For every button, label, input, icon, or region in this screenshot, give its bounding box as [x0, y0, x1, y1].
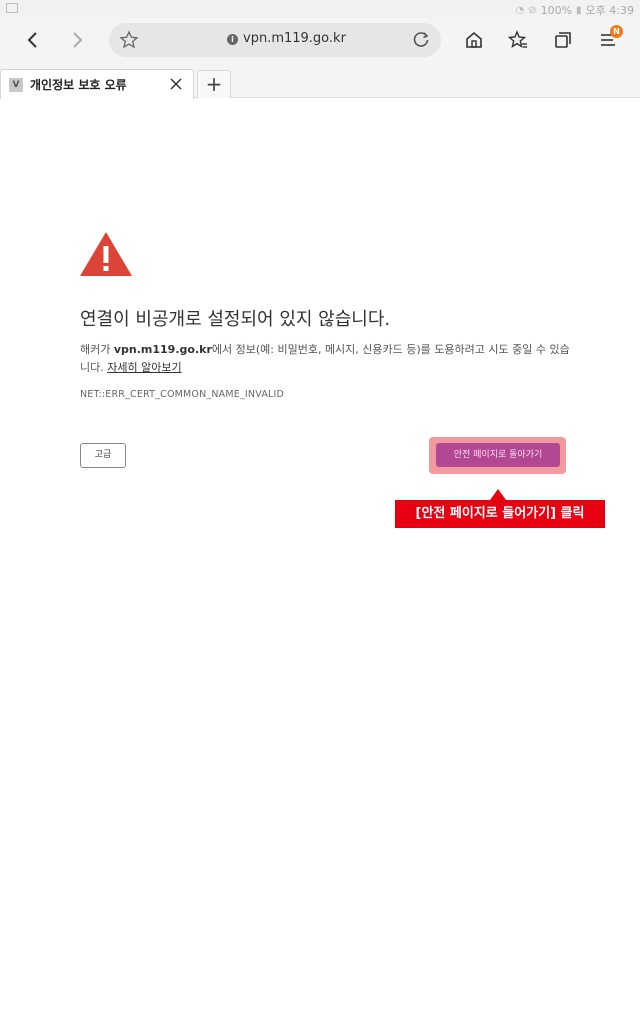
favicon: V: [9, 78, 23, 92]
close-icon[interactable]: [169, 77, 183, 91]
clock: 오후 4:39: [585, 4, 634, 17]
reload-icon[interactable]: [411, 30, 431, 50]
error-description: 해커가 vpn.m119.go.kr에서 정보(예: 비밀번호, 메시지, 신용…: [80, 341, 570, 377]
tabs-icon: [555, 32, 571, 48]
menu-button[interactable]: N: [595, 25, 623, 53]
bookmarks-button[interactable]: [505, 27, 531, 53]
annotation-callout: [안전 페이지로 들어가기] 클릭: [395, 500, 605, 528]
callout-arrow: [490, 489, 506, 500]
wifi-icon: ◔: [515, 4, 525, 16]
advanced-button[interactable]: 고급: [80, 443, 126, 468]
warning-icon: [80, 232, 132, 276]
status-right: ◔ ⊘ 100% ▮ 오후 4:39: [515, 2, 634, 18]
back-icon: [27, 32, 37, 48]
star-icon[interactable]: [119, 30, 139, 50]
status-bar: ◔ ⊘ 100% ▮ 오후 4:39: [0, 0, 640, 18]
battery-icon: ▮: [576, 4, 582, 16]
error-code: NET::ERR_CERT_COMMON_NAME_INVALID: [80, 389, 285, 400]
bookmarks-icon: [508, 30, 527, 49]
tab-strip: V 개인정보 보호 오류 +: [0, 62, 640, 99]
tab-title: 개인정보 보호 오류: [30, 78, 127, 92]
desc-prefix: 해커가: [80, 343, 114, 356]
new-tab-button[interactable]: +: [197, 70, 231, 98]
home-icon: [466, 31, 482, 48]
back-button[interactable]: [17, 23, 49, 57]
notification-badge: N: [610, 25, 623, 38]
address-bar[interactable]: i vpn.m119.go.kr: [109, 23, 441, 57]
gallery-icon: [6, 3, 18, 13]
battery-level: 100%: [540, 3, 573, 17]
info-icon[interactable]: i: [227, 34, 238, 45]
forward-button[interactable]: [61, 23, 93, 57]
tabs-button[interactable]: [550, 27, 576, 53]
tab-active[interactable]: V 개인정보 보호 오류: [0, 69, 194, 99]
page-title: 연결이 비공개로 설정되어 있지 않습니다.: [80, 309, 391, 330]
browser-toolbar: i vpn.m119.go.kr N: [0, 18, 640, 62]
url-text[interactable]: vpn.m119.go.kr: [243, 31, 346, 46]
home-button[interactable]: [461, 27, 487, 53]
mute-icon: ⊘: [528, 4, 537, 16]
learn-more-link[interactable]: 자세히 알아보기: [107, 361, 181, 374]
forward-icon: [73, 32, 83, 48]
back-to-safety-button[interactable]: 안전 페이지로 돌아가기: [436, 443, 560, 467]
desc-host: vpn.m119.go.kr: [113, 343, 212, 356]
